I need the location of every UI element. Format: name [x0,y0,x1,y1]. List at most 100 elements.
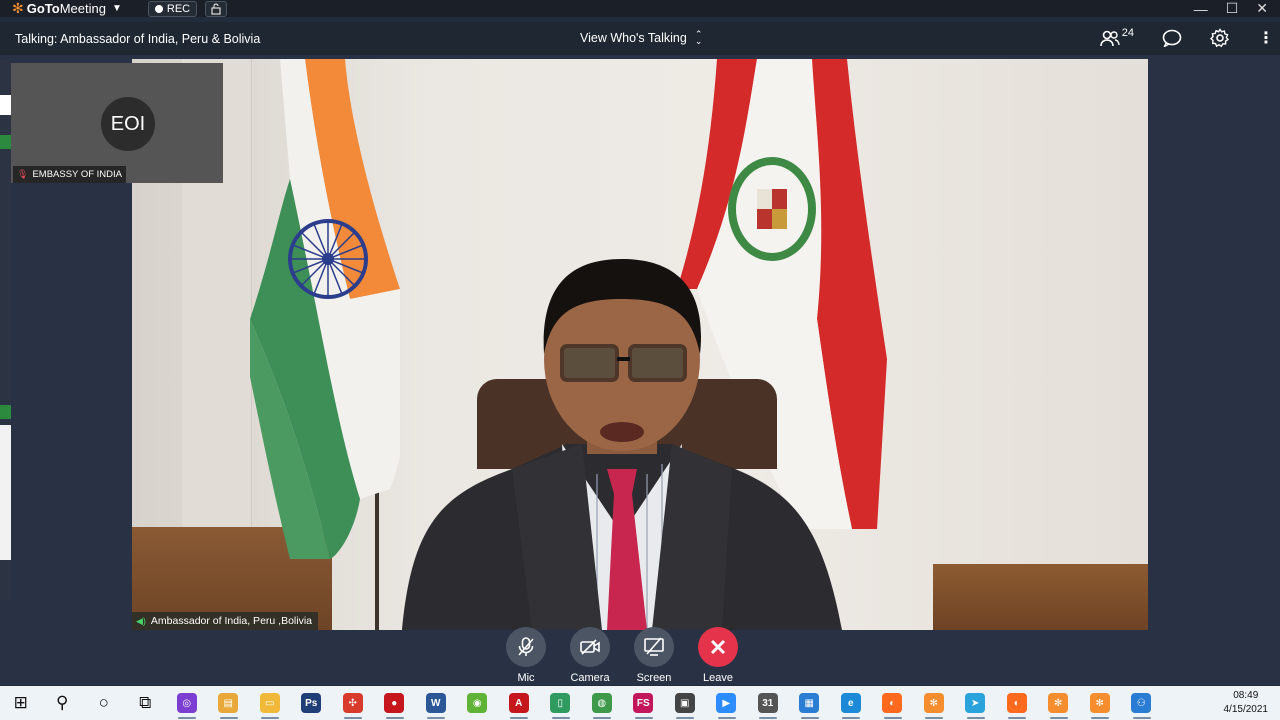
brand-meeting: Meeting [59,1,106,16]
taskbar-app-network[interactable]: ✣ [332,686,374,720]
chat-icon[interactable] [1162,29,1182,47]
task-view-icon: ⧉ [139,693,152,712]
chrome-icon: ◍ [591,693,612,713]
people-icon: ⚇ [1131,693,1152,713]
taskbar-task-view[interactable]: ⧉ [125,686,167,720]
start-icon: ⊞ [13,693,28,712]
app-logo[interactable]: ✻ GoTo Meeting ▼ [12,0,122,17]
camera-button-circle[interactable] [570,627,610,667]
speaking-indicator-icon: ◀) [136,615,146,626]
firefox-2-icon: ◐ [1006,693,1027,713]
taskbar-app-clapper[interactable]: ▣ [664,686,706,720]
speaker-name-label: ◀) Ambassador of India, Peru ,Bolivia [132,612,319,630]
record-label: REC [166,2,191,15]
settings-gear-icon[interactable] [1210,28,1230,48]
taskbar-cortana[interactable]: ○ [83,686,125,720]
taskbar-zoom[interactable]: ▶ [706,686,748,720]
zoom-icon: ▶ [716,693,737,713]
taskbar-app-folder-yellow[interactable]: ▤ [208,686,250,720]
taskbar-app-phone[interactable]: ▯ [540,686,582,720]
app-purple-ring-icon: ◎ [176,693,197,713]
calendar-icon: 31 [757,693,778,713]
taskbar-edge[interactable]: e [830,686,872,720]
mic-button-circle[interactable] [506,627,546,667]
app-tiles-icon: ▦ [799,693,820,713]
minimize-icon[interactable]: — [1194,1,1208,17]
caret-down-icon: ▼ [111,3,122,14]
search-icon: ⚲ [56,693,69,712]
taskbar-app-purple-ring[interactable]: ◎ [166,686,208,720]
title-bar: ✻ GoTo Meeting ▼ REC — ☐ ✕ [0,0,1280,17]
taskbar-firefox-2[interactable]: ◐ [996,686,1038,720]
app-phone-icon: ▯ [550,693,571,713]
mic-label: Mic [517,672,535,684]
view-mode-label: View Who's Talking [580,31,687,45]
thumbnail-name: EMBASSY OF INDIA [32,169,123,180]
participant-thumbnail[interactable]: EOI 🎙 EMBASSY OF INDIA [11,63,223,183]
lock-meeting-button[interactable] [205,0,228,17]
taskbar-word[interactable]: W [415,686,457,720]
camera-label: Camera [570,672,610,684]
taskbar-photoshop[interactable]: Ps [291,686,333,720]
maximize-icon[interactable]: ☐ [1226,0,1239,17]
camera-button[interactable]: Camera [569,627,611,684]
file-explorer-icon: ▭ [259,693,280,713]
view-mode-selector[interactable]: View Who's Talking ⌃ ⌄ [580,30,702,46]
people-icon [1099,30,1120,47]
talking-indicator: Talking: Ambassador of India, Peru & Bol… [15,31,261,46]
taskbar-search[interactable]: ⚲ [42,686,84,720]
taskbar-acrobat[interactable]: A [498,686,540,720]
lock-icon [211,2,221,15]
camera-off-icon [580,639,600,655]
taskbar-app-tiles[interactable]: ▦ [789,686,831,720]
screen-share-button[interactable]: Screen [633,627,675,684]
mic-muted-icon [518,637,534,656]
record-button[interactable]: REC [147,0,198,17]
taskbar-gotomeeting-2[interactable]: ✻ [1038,686,1080,720]
gotomeeting-2-icon: ✻ [1048,693,1069,713]
taskbar-chrome[interactable]: ◍ [581,686,623,720]
gotomeeting-3-icon: ✻ [1089,693,1110,713]
taskbar-app-record[interactable]: ● [374,686,416,720]
app-folder-yellow-icon: ▤ [218,693,239,713]
taskbar-gotomeeting-3[interactable]: ✻ [1079,686,1121,720]
taskbar-telegram[interactable]: ➤ [955,686,997,720]
mic-button[interactable]: Mic [505,627,547,684]
taskbar-firefox-1[interactable]: ◐ [872,686,914,720]
windows-taskbar: ⊞ ⚲ ○ ⧉ ◎ ▤ ▭ Ps ✣ ● W ◉ A ▯ ◍ FS ▣ ▶ 31 ▦ e ◐ ✻ ➤ ◐ ✻ ✻ ⚇ 08:49 4/… [0,686,1280,720]
speaker-person-image [402,259,842,630]
taskbar-start[interactable]: ⊞ [0,686,42,720]
meeting-controls: Mic Camera Screen Leave [505,627,739,684]
taskbar-people[interactable]: ⚇ [1121,686,1163,720]
photoshop-icon: Ps [301,693,322,713]
taskbar-gotomeeting-1[interactable]: ✻ [913,686,955,720]
taskbar-calendar[interactable]: 31 [747,686,789,720]
app-network-icon: ✣ [342,693,363,713]
telegram-icon: ➤ [965,693,986,713]
screen-label: Screen [636,672,672,684]
meeting-info-bar: Talking: Ambassador of India, Peru & Bol… [0,22,1280,55]
app-fs-icon: FS [633,693,654,713]
edge-icon: e [840,693,861,713]
taskbar-app-green-circle[interactable]: ◉ [457,686,499,720]
screen-share-off-icon [644,637,664,656]
background-window-edge [0,60,11,600]
screen-button-circle[interactable] [634,627,674,667]
record-dot-icon [154,4,163,13]
participants-button[interactable]: 24 [1099,27,1134,47]
gotomeeting-flower-icon: ✻ [12,0,24,16]
taskbar-app-fs[interactable]: FS [623,686,665,720]
cortana-icon: ○ [98,693,109,712]
more-options-icon[interactable]: ⋮ [1258,28,1274,48]
india-flag-image [250,59,400,559]
main-video-feed[interactable] [132,59,1148,630]
leave-button-circle[interactable] [698,627,738,667]
participant-count: 24 [1121,27,1134,39]
leave-button[interactable]: Leave [697,627,739,684]
close-window-icon[interactable]: ✕ [1256,0,1268,17]
firefox-1-icon: ◐ [882,693,903,713]
app-green-circle-icon: ◉ [467,693,488,713]
taskbar-file-explorer[interactable]: ▭ [249,686,291,720]
clock-date: 4/15/2021 [1223,704,1269,715]
system-clock[interactable]: 08:49 4/15/2021 [1224,689,1269,717]
